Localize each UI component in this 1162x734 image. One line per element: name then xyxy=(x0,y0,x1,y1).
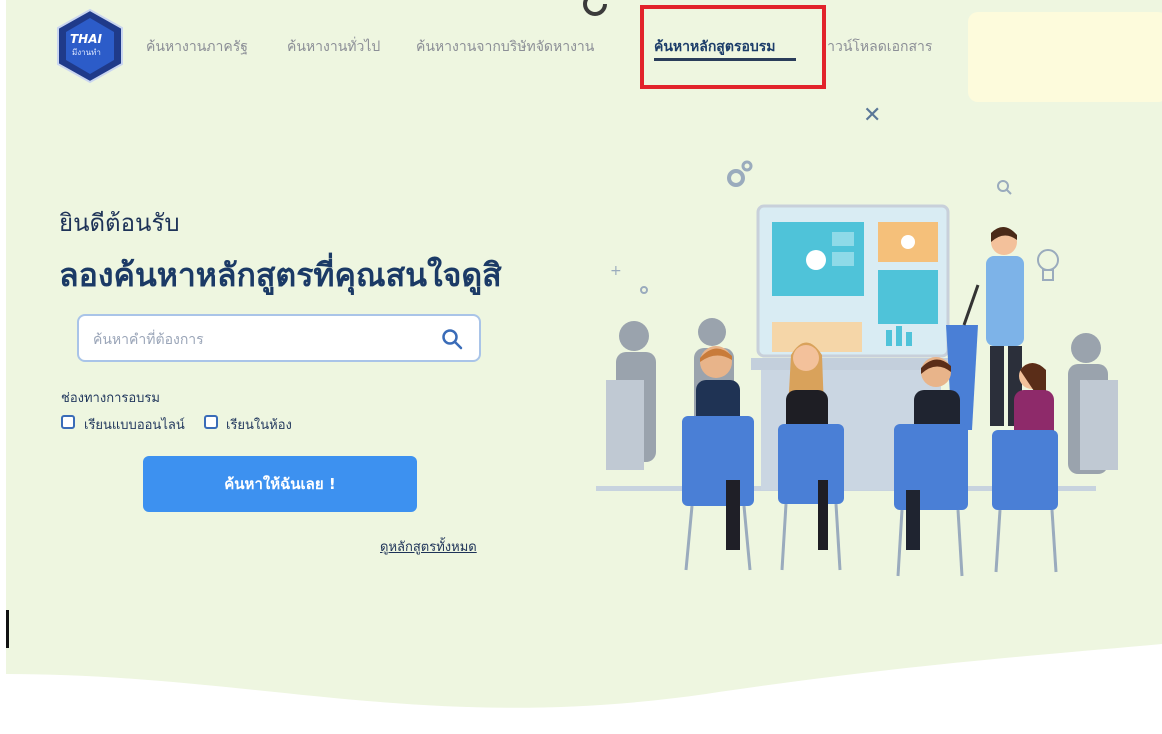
lightbulb-icon xyxy=(1037,249,1059,281)
nav-item-download-documents[interactable]: ดาวน์โหลดเอกสาร xyxy=(826,36,966,58)
svg-text:+: + xyxy=(610,263,622,279)
site-logo[interactable]: THAI มีงานทำ xyxy=(52,8,128,84)
nav-item-general-jobs[interactable]: ค้นหางานทั่วไป xyxy=(287,36,380,58)
page-background: THAI มีงานทำ ค้นหางานภาครัฐ ค้นหางานทั่ว… xyxy=(6,0,1162,734)
search-icon[interactable] xyxy=(441,328,463,350)
nav-item-agency-jobs[interactable]: ค้นหางานจากบริษัทจัดหางาน xyxy=(416,36,594,58)
online-checkbox[interactable] xyxy=(61,415,75,429)
classroom-checkbox[interactable] xyxy=(204,415,218,429)
highlight-annotation xyxy=(640,5,826,89)
loading-icon xyxy=(583,0,607,16)
welcome-text: ยินดีต้อนรับ xyxy=(59,209,180,237)
search-box[interactable] xyxy=(77,314,481,362)
left-edge-marker xyxy=(6,610,9,648)
nav-item-government-jobs[interactable]: ค้นหางานภาครัฐ xyxy=(146,36,248,58)
training-channel-label: ช่องทางการอบรม xyxy=(61,391,160,406)
find-courses-button[interactable]: ค้นหาให้ฉันเลย ! xyxy=(143,456,417,512)
magnifier-icon xyxy=(997,180,1012,195)
bottom-wave-decoration xyxy=(6,644,1162,734)
all-courses-link[interactable]: ดูหลักสูตรทั้งหมด xyxy=(380,536,477,557)
decorative-card xyxy=(968,12,1162,102)
online-checkbox-label[interactable]: เรียนแบบออนไลน์ xyxy=(84,414,185,435)
gear-icon xyxy=(727,160,753,187)
classroom-illustration: + xyxy=(596,160,1118,577)
page-title: ลองค้นหาหลักสูตรที่คุณสนใจดูสิ xyxy=(59,256,502,294)
search-input[interactable] xyxy=(91,326,435,354)
classroom-checkbox-label[interactable]: เรียนในห้อง xyxy=(226,414,292,435)
logo-text: THAI xyxy=(70,32,102,46)
logo-subtext: มีงานทำ xyxy=(72,48,101,57)
